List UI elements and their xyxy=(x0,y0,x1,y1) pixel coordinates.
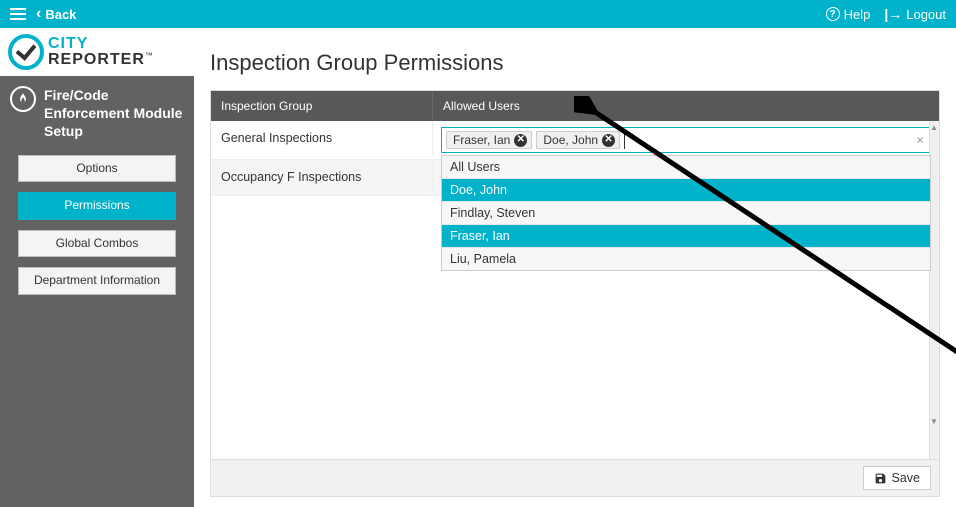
sidebar-item-department-information[interactable]: Department Information xyxy=(18,267,176,295)
help-button[interactable]: ? Help xyxy=(826,7,871,22)
logo-text-reporter: REPORTER xyxy=(48,51,145,68)
table-header: Inspection Group Allowed Users xyxy=(211,91,939,121)
logo-text-city: CITY xyxy=(48,36,153,52)
col-header-users: Allowed Users xyxy=(433,91,939,121)
sidebar-item-permissions[interactable]: Permissions xyxy=(18,192,176,220)
table-body: General InspectionsFraser, Ian✕Doe, John… xyxy=(211,121,939,459)
user-token-label: Doe, John xyxy=(543,133,598,147)
cell-users: Fraser, Ian✕Doe, John✕×All UsersDoe, Joh… xyxy=(433,121,939,159)
help-label: Help xyxy=(844,7,871,22)
col-header-group: Inspection Group xyxy=(211,91,433,121)
user-token-label: Fraser, Ian xyxy=(453,133,510,147)
permissions-table: Inspection Group Allowed Users General I… xyxy=(210,90,940,497)
dropdown-option[interactable]: Liu, Pamela xyxy=(442,248,930,270)
logo: CITY REPORTER™ xyxy=(0,28,194,76)
logout-button[interactable]: |→ Logout xyxy=(884,6,946,22)
save-button[interactable]: Save xyxy=(863,466,932,490)
scroll-down-icon[interactable]: ▼ xyxy=(930,417,938,425)
table-row: General InspectionsFraser, Ian✕Doe, John… xyxy=(211,121,939,160)
logo-check-icon xyxy=(8,34,44,70)
cell-group: General Inspections xyxy=(211,121,433,155)
dropdown-option[interactable]: All Users xyxy=(442,156,930,179)
page-title: Inspection Group Permissions xyxy=(210,50,940,76)
dropdown-option[interactable]: Fraser, Ian xyxy=(442,225,930,248)
logout-label: Logout xyxy=(906,7,946,22)
cell-group: Occupancy F Inspections xyxy=(211,160,433,194)
sidebar-item-options[interactable]: Options xyxy=(18,155,176,183)
remove-token-icon[interactable]: ✕ xyxy=(514,134,527,147)
menu-icon[interactable] xyxy=(10,8,26,20)
back-button[interactable]: ‹ Back xyxy=(36,6,76,22)
logo-tm: ™ xyxy=(145,51,153,60)
help-icon: ? xyxy=(826,7,840,21)
dropdown-option[interactable]: Doe, John xyxy=(442,179,930,202)
user-dropdown: All UsersDoe, JohnFindlay, StevenFraser,… xyxy=(441,155,931,271)
dropdown-option[interactable]: Findlay, Steven xyxy=(442,202,930,225)
module-icon xyxy=(10,86,36,112)
back-label: Back xyxy=(45,7,76,22)
user-token: Doe, John ✕ xyxy=(536,131,620,149)
allowed-users-input[interactable]: Fraser, Ian ✕ Doe, John ✕ × xyxy=(441,127,931,153)
scroll-up-icon[interactable]: ▲ xyxy=(930,123,938,131)
sidebar-item-global-combos[interactable]: Global Combos xyxy=(18,230,176,258)
remove-token-icon[interactable]: ✕ xyxy=(602,134,615,147)
save-icon xyxy=(874,472,887,485)
token-text-input[interactable] xyxy=(624,131,625,149)
save-label: Save xyxy=(892,471,921,485)
logout-icon: |→ xyxy=(884,6,902,22)
sidebar: CITY REPORTER™ Fire/Code Enforcement Mod… xyxy=(0,28,194,507)
module-title: Fire/Code Enforcement Module Setup xyxy=(44,86,184,141)
chevron-left-icon: ‹ xyxy=(36,6,41,22)
user-token: Fraser, Ian ✕ xyxy=(446,131,532,149)
clear-field-icon[interactable]: × xyxy=(916,133,924,148)
